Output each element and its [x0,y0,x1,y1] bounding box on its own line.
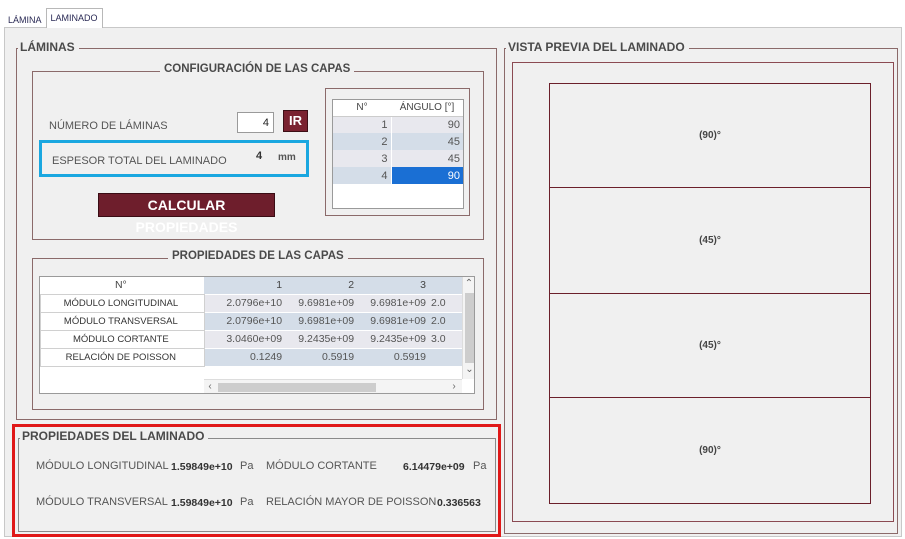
scroll-right-icon[interactable]: › [448,380,460,393]
capas-cell: 2.0 [430,293,462,312]
capas-row-name: MÓDULO CORTANTE [40,329,205,349]
mod-cort-unit: Pa [473,460,487,472]
mod-long-value: 1.59849e+10 [171,461,233,473]
config-panel-title: CONFIGURACIÓN DE LAS CAPAS [160,63,355,75]
table-row[interactable]: 1 90 [333,116,463,133]
capas-cell: 0.5919 [286,347,359,366]
capas-horizontal-scrollbar[interactable]: ‹ › [204,379,462,393]
calcular-propiedades-button[interactable]: CALCULAR PROPIEDADES [98,193,275,235]
table-row[interactable]: MÓDULO CORTANTE 3.0460e+09 9.2435e+09 9.… [40,329,462,349]
ply-1: (90)° [549,83,871,188]
angle-cell[interactable]: 45 [391,133,463,150]
capas-panel-title: PROPIEDADES DE LAS CAPAS [168,250,348,262]
capas-cell: 9.6981e+09 [286,293,359,312]
espesor-label: ESPESOR TOTAL DEL LAMINADO [52,155,227,167]
scroll-down-icon[interactable]: ⌄ [463,363,474,377]
ply-4: (90)° [549,397,871,504]
table-row[interactable]: 3 45 [333,150,463,167]
table-row[interactable]: RELACIÓN DE POISSON 0.1249 0.5919 0.5919 [40,347,462,367]
tab-strip: LÁMINA LAMINADO [4,8,103,28]
capas-cell: 2.0796e+10 [204,293,287,312]
scroll-thumb[interactable] [465,293,474,363]
ply-4-angle: (90)° [699,445,721,456]
preview-panel-title: VISTA PREVIA DEL LAMINADO [506,40,689,54]
num-laminas-input[interactable] [237,112,274,133]
capas-cell: 0.1249 [204,347,287,366]
angle-cell[interactable]: 90 [391,116,463,133]
capas-table[interactable]: N° 1 2 3 MÓDULO LONGITUDINAL 2.0796e+10 … [39,276,475,394]
capas-cell: 2.0796e+10 [204,311,287,330]
scroll-thumb[interactable] [218,383,376,392]
capas-row-name: MÓDULO LONGITUDINAL [40,293,205,313]
espesor-unit: mm [278,152,296,163]
mod-long-unit: Pa [240,460,254,472]
capas-cell [430,347,462,366]
table-row[interactable]: 4 90 [333,167,463,184]
table-row[interactable]: MÓDULO LONGITUDINAL 2.0796e+10 9.6981e+0… [40,293,462,313]
scroll-left-icon[interactable]: ‹ [204,380,216,393]
scroll-up-icon[interactable]: ⌃ [463,277,474,291]
ply-3-angle: (45)° [699,340,721,351]
capas-row-name: RELACIÓN DE POISSON [40,347,205,367]
angle-row-n: 2 [333,133,392,150]
ply-1-angle: (90)° [699,130,721,141]
laminado-panel-title: PROPIEDADES DEL LAMINADO [20,429,209,443]
capas-cell: 9.6981e+09 [358,293,431,312]
capas-cell: 2.0 [430,311,462,330]
poisson-label: RELACIÓN MAYOR DE POISSON [266,496,437,508]
poisson-value: 0.336563 [437,497,481,509]
laminado-panel [18,438,496,532]
angle-cell[interactable]: 45 [391,150,463,167]
mod-cort-label: MÓDULO CORTANTE [266,460,377,472]
mod-cort-value: 6.14479e+09 [403,461,465,473]
mod-trans-unit: Pa [240,496,254,508]
angle-cell-selected[interactable]: 90 [391,167,463,184]
capas-header-col: 1 [204,277,287,294]
ir-button[interactable]: IR [283,110,308,132]
mod-trans-value: 1.59849e+10 [171,497,233,509]
espesor-value: 4 [256,150,263,162]
capas-row-name: MÓDULO TRANSVERSAL [40,311,205,331]
tab-laminado[interactable]: LAMINADO [45,8,103,28]
angle-table-header-angulo: ÁNGULO [°] [391,100,463,117]
tab-lamina[interactable]: LÁMINA [4,12,46,28]
angle-table-header-n: N° [333,100,391,117]
laminas-panel-title: LÁMINAS [18,40,79,54]
ply-2-angle: (45)° [699,235,721,246]
capas-cell: 9.2435e+09 [286,329,359,348]
capas-header-col [430,277,462,294]
num-laminas-label: NÚMERO DE LÁMINAS [49,120,168,132]
angle-row-n: 4 [333,167,392,184]
capas-header-n: N° [40,277,205,294]
angle-table[interactable]: N° ÁNGULO [°] 1 90 2 45 3 45 4 90 [332,99,464,209]
angle-row-n: 1 [333,116,392,133]
angle-row-n: 3 [333,150,392,167]
mod-trans-label: MÓDULO TRANSVERSAL [36,496,168,508]
ply-3: (45)° [549,293,871,398]
capas-header-col: 3 [358,277,431,294]
capas-cell: 0.5919 [358,347,431,366]
table-row[interactable]: MÓDULO TRANSVERSAL 2.0796e+10 9.6981e+09… [40,311,462,331]
mod-long-label: MÓDULO LONGITUDINAL [36,460,169,472]
capas-cell: 3.0460e+09 [204,329,287,348]
capas-cell: 9.2435e+09 [358,329,431,348]
table-row[interactable]: 2 45 [333,133,463,150]
capas-vertical-scrollbar[interactable]: ⌃ ⌄ [462,277,474,379]
capas-header-col: 2 [286,277,359,294]
capas-cell: 9.6981e+09 [286,311,359,330]
capas-cell: 3.0 [430,329,462,348]
ply-2: (45)° [549,187,871,294]
capas-cell: 9.6981e+09 [358,311,431,330]
